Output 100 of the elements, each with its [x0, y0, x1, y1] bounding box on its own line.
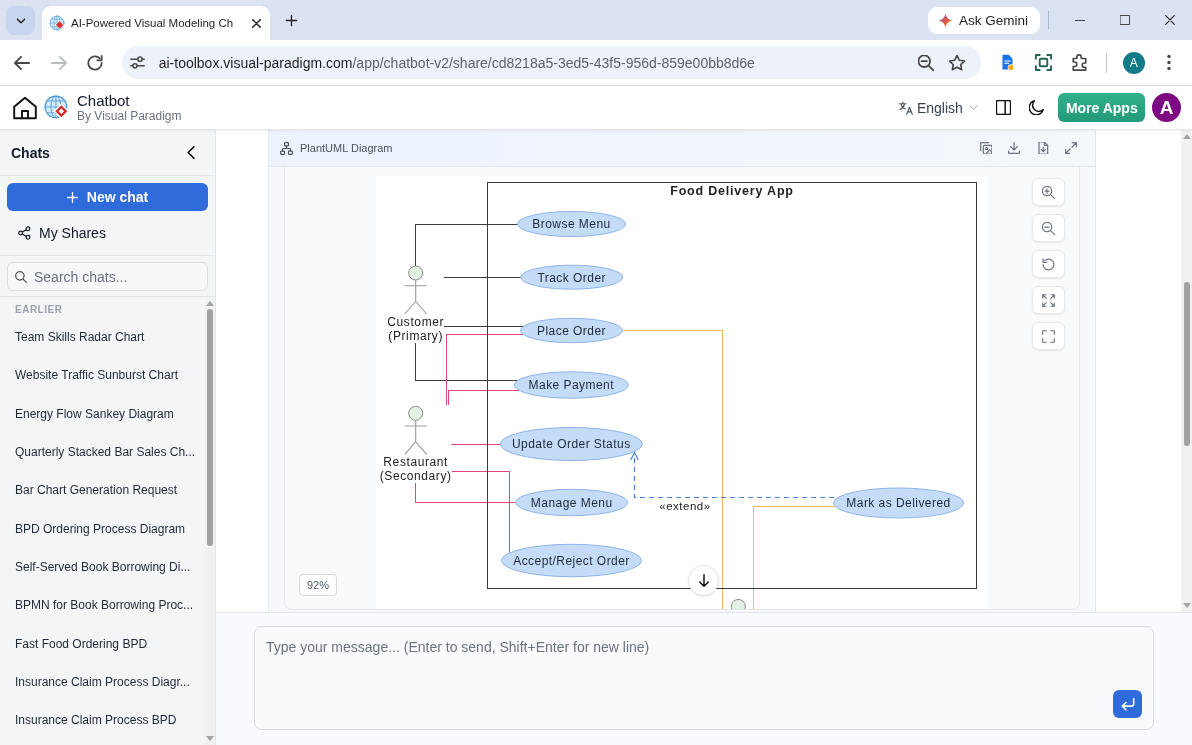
- send-button[interactable]: [1113, 690, 1142, 718]
- zoom-out-button[interactable]: [1032, 214, 1065, 242]
- scrollbar[interactable]: [1181, 130, 1192, 612]
- minimize-icon: [1074, 19, 1085, 21]
- chevron-down-icon: [968, 105, 978, 110]
- chat-item[interactable]: BPD Ordering Process Diagram: [7, 509, 201, 548]
- my-shares-link[interactable]: My Shares: [7, 211, 208, 255]
- sparkle-icon: [937, 13, 953, 28]
- language-selector[interactable]: English: [898, 99, 978, 116]
- chat-item[interactable]: Website Traffic Sunburst Chart: [7, 356, 201, 395]
- return-icon: [1120, 697, 1135, 711]
- use-case: Make Payment: [513, 371, 629, 399]
- actor-role: (Secondary): [379, 469, 452, 484]
- file-download-icon: [1036, 142, 1049, 154]
- actor-role: (Primary): [388, 329, 444, 343]
- system-title: Food Delivery App: [670, 184, 794, 198]
- chat-item[interactable]: Insurance Claim Process Diagr...: [7, 662, 201, 701]
- moon-icon: [1028, 100, 1044, 115]
- share-icon: [17, 226, 31, 240]
- scrollbar[interactable]: [205, 297, 215, 745]
- scrollbar-thumb[interactable]: [1184, 282, 1190, 446]
- address-bar[interactable]: ai-toolbox.visual-paradigm.com/app/chatbot-v2/share/cd8218a5-3ed5-43f5-956d-859e00bb8d6e: [121, 46, 981, 79]
- more-icon: [1167, 54, 1172, 71]
- scroll-down-icon: [1182, 603, 1191, 608]
- new-chat-button[interactable]: New chat: [7, 183, 208, 211]
- actor-name: Customer: [387, 315, 445, 329]
- actor-name: Restaurant: [383, 455, 449, 470]
- scroll-up-icon: [1182, 134, 1191, 139]
- profile-avatar[interactable]: A: [1122, 51, 1145, 74]
- chat-item[interactable]: Self-Served Book Borrowing Di...: [7, 547, 201, 587]
- star-icon: [948, 54, 965, 71]
- chat-item[interactable]: Team Skills Radar Chart: [7, 318, 201, 357]
- use-case: Track Order: [520, 264, 624, 290]
- sliders-icon: [130, 55, 146, 70]
- panel-title: PlantUML Diagram: [300, 142, 393, 154]
- fullscreen-icon: [1042, 329, 1055, 343]
- search-icon: [15, 271, 27, 283]
- reload-icon: [87, 54, 103, 71]
- globe-icon: [49, 15, 65, 31]
- tab-search-button[interactable]: [6, 6, 35, 35]
- expand-icon: [1065, 142, 1077, 154]
- scrollbar-thumb[interactable]: [207, 309, 213, 546]
- fit-button[interactable]: [1032, 286, 1065, 314]
- use-case: Browse Menu: [517, 211, 626, 237]
- ask-gemini-button[interactable]: Ask Gemini: [927, 7, 1040, 34]
- use-case: Update Order Status: [499, 427, 643, 461]
- forward-icon: [50, 54, 67, 71]
- browser-tab[interactable]: AI-Powered Visual Modeling Ch: [42, 6, 270, 40]
- search-field[interactable]: Search chats...: [7, 262, 208, 291]
- puzzle-icon: [1070, 54, 1088, 71]
- home-icon: [13, 95, 37, 120]
- message-field[interactable]: Type your message... (Enter to send, Shift+Enter for new line): [254, 626, 1154, 730]
- use-case: Place Order: [520, 317, 623, 344]
- sidebar-title: Chats: [11, 144, 50, 161]
- arrow-down-icon: [697, 574, 710, 587]
- scroll-up-icon: [206, 301, 214, 306]
- plus-icon: [284, 13, 298, 27]
- rotate-icon: [1042, 257, 1055, 271]
- zoom-out-icon: [1042, 221, 1055, 235]
- actor-figure: [404, 405, 428, 455]
- actor-figure: [404, 265, 428, 315]
- logo-icon: [44, 94, 70, 121]
- chevron-left-icon: [187, 146, 195, 159]
- use-case: Accept/Reject Order: [501, 543, 642, 578]
- chat-item[interactable]: Fast Food Ordering BPD: [7, 624, 201, 663]
- close-icon: [251, 18, 261, 28]
- zoom-in-icon: [1042, 185, 1055, 199]
- app-subtitle: By Visual Paradigm: [77, 109, 182, 123]
- back-icon: [14, 54, 30, 71]
- home-button[interactable]: [13, 95, 37, 120]
- copy-image-icon: [979, 142, 992, 154]
- chat-item[interactable]: BPMN for Book Borrowing Proc...: [7, 586, 201, 625]
- zoom-out-icon: [917, 54, 934, 71]
- zoom-in-button[interactable]: [1032, 178, 1065, 206]
- url-text: ai-toolbox.visual-paradigm.com/app/chatbot-v2/share/cd8218a5-3ed5-43f5-956d-859e00bb8d6e: [158, 54, 756, 71]
- frame-icon: [1034, 54, 1052, 71]
- section-label: EARLIER: [14, 304, 63, 315]
- chat-item[interactable]: Energy Flow Sankey Diagram: [7, 394, 201, 433]
- fullscreen-button[interactable]: [1032, 322, 1065, 350]
- plus-icon: [66, 191, 78, 203]
- maximize-icon: [1119, 15, 1130, 25]
- tab-title: AI-Powered Visual Modeling Ch: [71, 17, 235, 29]
- download-icon: [1008, 142, 1020, 154]
- app-name: Chatbot: [77, 92, 131, 109]
- collapse-button[interactable]: [184, 144, 198, 161]
- translate-icon: [898, 100, 913, 115]
- chat-item[interactable]: Quarterly Stacked Bar Sales Ch...: [7, 432, 201, 472]
- chat-item[interactable]: Bar Chart Generation Request: [7, 471, 201, 510]
- chat-item[interactable]: Insurance Claim Process BPD: [7, 700, 201, 740]
- close-icon: [1164, 15, 1175, 25]
- zoom-level: 92%: [299, 574, 337, 596]
- use-case: Manage Menu: [515, 488, 629, 517]
- scroll-down-icon: [206, 736, 214, 741]
- hierarchy-icon: [280, 141, 293, 155]
- fit-arrows-icon: [1042, 293, 1055, 307]
- panel-icon: [996, 100, 1012, 115]
- extend-label: «extend»: [659, 500, 711, 512]
- use-case: Mark as Delivered: [833, 487, 964, 519]
- user-avatar[interactable]: A: [1152, 93, 1181, 122]
- reset-button[interactable]: [1032, 250, 1065, 278]
